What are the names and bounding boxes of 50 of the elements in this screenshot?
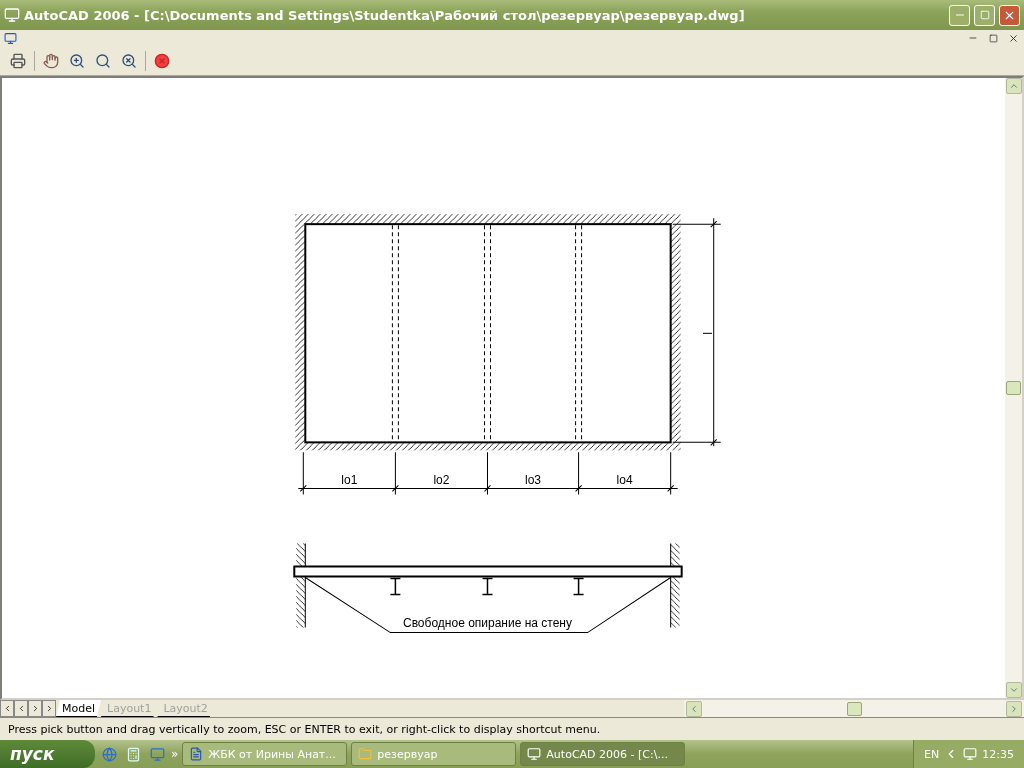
language-indicator[interactable]: EN — [924, 747, 940, 761]
app-icon — [527, 747, 542, 761]
first-tab-button[interactable] — [0, 700, 14, 717]
dimension-label: lo1 — [341, 473, 358, 488]
more-button[interactable]: » — [171, 747, 179, 761]
restore-button[interactable] — [986, 31, 1000, 45]
restore-button[interactable] — [974, 4, 995, 26]
document-icon — [189, 747, 204, 761]
calculator-icon — [125, 746, 141, 762]
next-tab-button[interactable] — [28, 700, 42, 717]
document-icon[interactable] — [4, 31, 17, 45]
scroll-up-button[interactable] — [1005, 78, 1022, 94]
globe-icon — [101, 746, 117, 762]
dimension-label: l — [699, 331, 714, 335]
status-text: Press pick button and drag vertically to zoom, ESC or ENTER to exit, or right-click to display shortcut menu. — [7, 721, 602, 738]
taskbar-button[interactable]: AutoCAD 2006 - [C:\... — [520, 742, 686, 766]
dimension-label: lo2 — [433, 473, 450, 488]
close-button[interactable] — [999, 4, 1020, 26]
dimension-label: lo3 — [525, 473, 542, 488]
start-button[interactable]: пуск — [0, 740, 95, 768]
taskbar-button[interactable]: ЖБК от Ирины Анат... — [182, 742, 348, 766]
hand-icon — [43, 52, 59, 69]
drawing-note: Свободное опирание на стену — [402, 615, 572, 630]
restore-icon — [979, 10, 990, 20]
scroll-thumb[interactable] — [1006, 381, 1021, 395]
printer-icon — [10, 52, 26, 69]
minimize-button[interactable] — [949, 4, 970, 26]
restore-icon — [988, 33, 998, 43]
horizontal-scrollbar[interactable] — [684, 700, 1024, 717]
close-icon — [154, 52, 170, 69]
scroll-left-button[interactable] — [686, 700, 702, 717]
taskbar-button[interactable]: резервуар — [351, 742, 517, 766]
monitor-icon — [149, 746, 165, 762]
network-icon[interactable] — [963, 747, 978, 761]
clock: 12:35 — [982, 747, 1014, 761]
vertical-scrollbar[interactable] — [1005, 78, 1022, 698]
scroll-thumb[interactable] — [846, 701, 862, 716]
magnifier-icon — [121, 52, 137, 69]
scroll-down-button[interactable] — [1005, 682, 1022, 698]
magnifier-icon — [95, 52, 111, 69]
dimension-label: lo4 — [616, 473, 633, 488]
layout-tab[interactable]: Model — [56, 700, 102, 717]
previous-tab-button[interactable] — [14, 700, 28, 717]
scroll-right-button[interactable] — [1006, 700, 1022, 717]
close-icon — [1007, 32, 1019, 44]
folder-icon — [358, 747, 373, 761]
zoom-in-icon — [69, 52, 85, 69]
window-title: AutoCAD 2006 - [C:\Documents and Settings\Studentka\Рабочий стол\резервуар\резервуар.dwg] — [24, 7, 746, 23]
last-tab-button[interactable] — [42, 700, 56, 717]
app-icon — [4, 7, 20, 23]
